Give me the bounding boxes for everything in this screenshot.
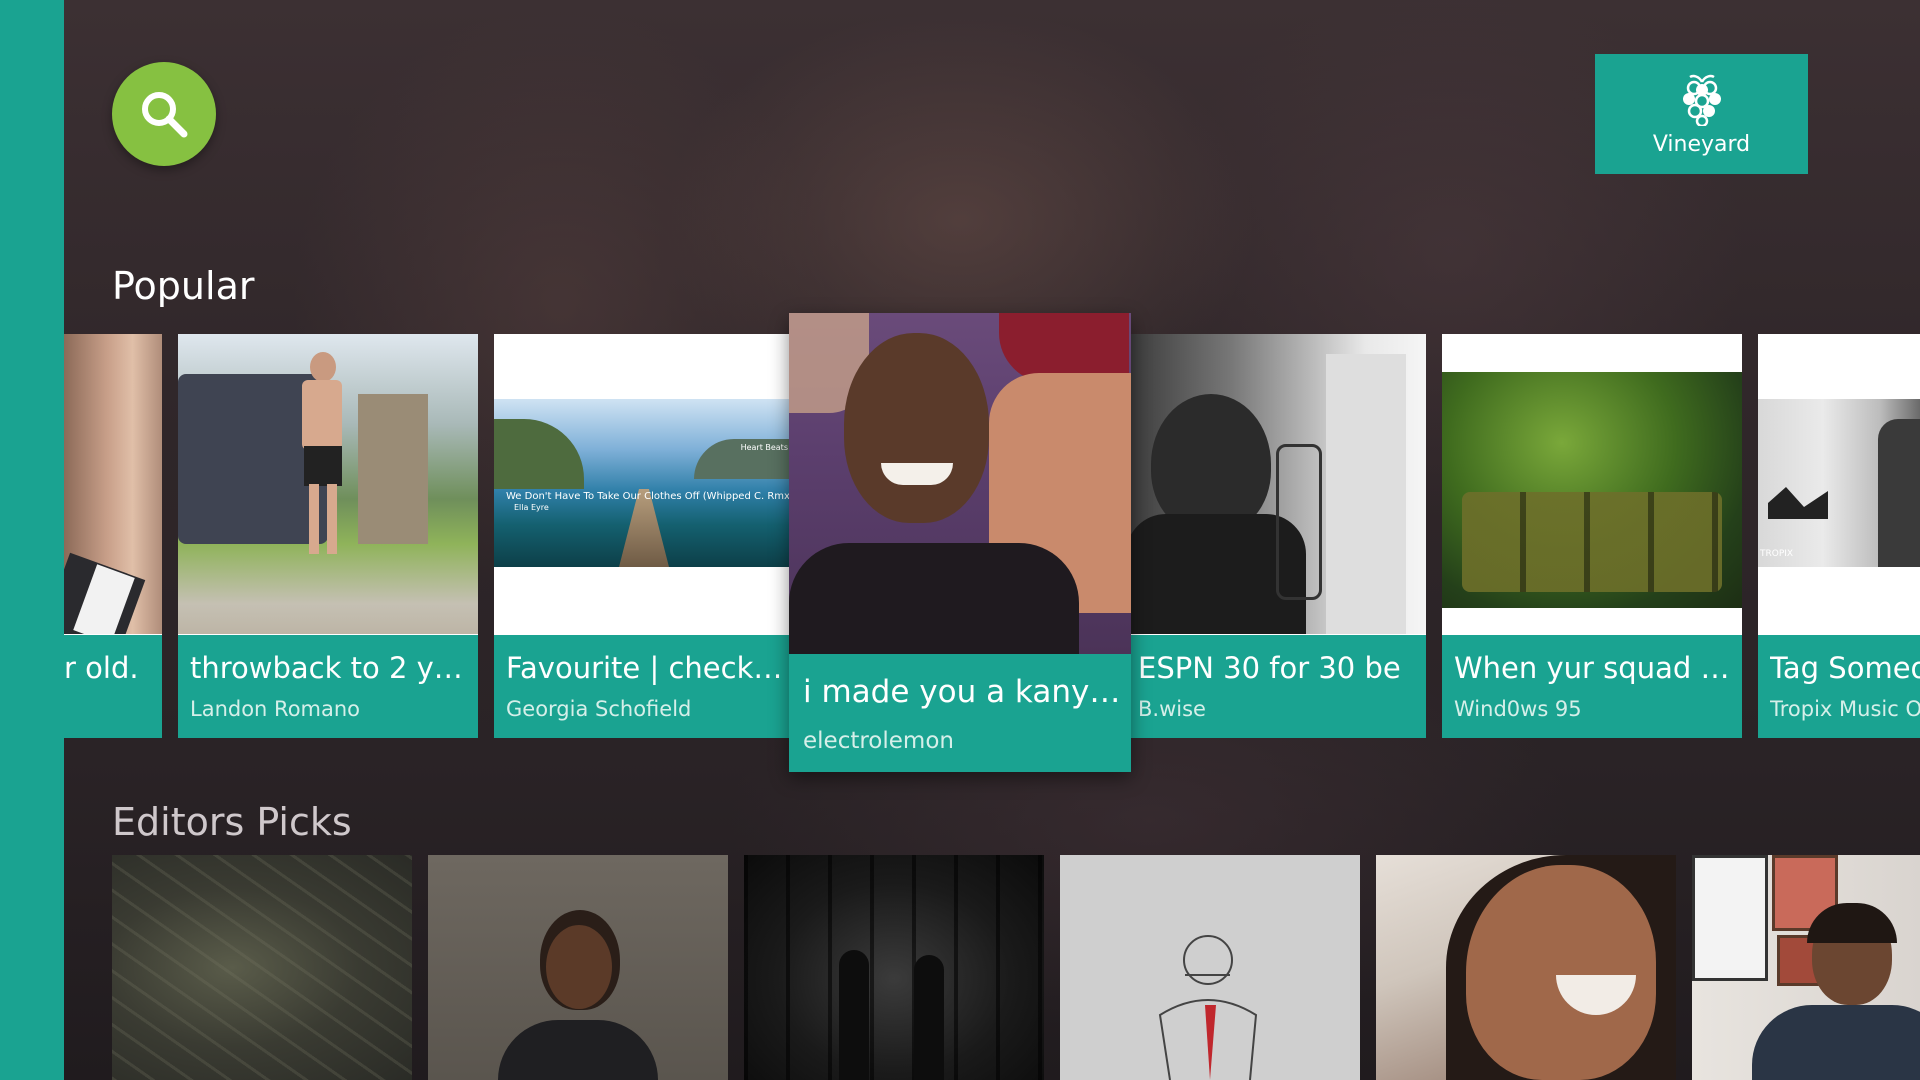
editors-pick-card[interactable] — [1060, 855, 1360, 1080]
video-author: Tropix Music Of — [1770, 697, 1920, 721]
brand-name: Vineyard — [1652, 131, 1751, 157]
video-card[interactable]: throwback to 2 year... Landon Romano — [178, 334, 478, 738]
video-info: throwback to 2 year... Landon Romano — [178, 635, 478, 738]
video-card[interactable]: We Don't Have To Take Our Clothes Off (W… — [494, 334, 794, 738]
video-title: throwback to 2 year... — [190, 651, 470, 685]
video-thumbnail — [1126, 334, 1426, 634]
video-thumbnail — [178, 334, 478, 634]
video-info: ESPN 30 for 30 be B.wise — [1126, 635, 1426, 738]
video-card[interactable]: TROPIX Tag Someon Tropix Music Of — [1758, 334, 1920, 738]
video-author: Landon Romano — [190, 697, 361, 721]
row-title-editors-picks: Editors Picks — [112, 800, 352, 844]
video-info: Tag Someon Tropix Music Of — [1758, 635, 1920, 738]
video-author: Georgia Schofield — [506, 697, 692, 721]
video-thumbnail — [64, 334, 162, 634]
editors-pick-card[interactable] — [428, 855, 728, 1080]
editors-pick-card[interactable] — [1692, 855, 1920, 1080]
video-info: When yur squad af... Wind0ws 95 — [1442, 635, 1742, 738]
editors-pick-card[interactable] — [1376, 855, 1676, 1080]
thumbnail-subcaption: Ella Eyre — [514, 503, 549, 512]
video-card-focused[interactable]: i made you a kanye... electrolemon — [789, 313, 1131, 772]
video-title: Tag Someon — [1770, 651, 1920, 685]
search-button[interactable] — [112, 62, 216, 166]
thumbnail-brand: TROPIX — [1760, 549, 1794, 559]
video-thumbnail — [1442, 334, 1742, 634]
video-title: Favourite | check ou... — [506, 651, 786, 685]
thumbnail-brand: Heart Beats — [740, 443, 788, 452]
video-card[interactable]: r old. — [64, 334, 162, 738]
search-icon — [142, 92, 188, 138]
editors-pick-card[interactable] — [744, 855, 1044, 1080]
thumbnail-caption: We Don't Have To Take Our Clothes Off (W… — [506, 491, 794, 502]
video-thumbnail: TROPIX — [1758, 334, 1920, 634]
video-thumbnail — [789, 313, 1131, 654]
video-author: electrolemon — [803, 728, 954, 754]
video-title: r old. — [64, 651, 139, 685]
editors-pick-card[interactable] — [112, 855, 412, 1080]
video-card[interactable]: ESPN 30 for 30 be B.wise — [1126, 334, 1426, 738]
video-title: When yur squad af... — [1454, 651, 1734, 685]
grape-logo-icon — [1682, 74, 1721, 126]
video-info: i made you a kanye... electrolemon — [789, 654, 1131, 772]
video-thumbnail: We Don't Have To Take Our Clothes Off (W… — [494, 334, 794, 634]
brand-badge: Vineyard — [1595, 54, 1808, 174]
video-card[interactable]: When yur squad af... Wind0ws 95 — [1442, 334, 1742, 738]
video-info: Favourite | check ou... Georgia Schofiel… — [494, 635, 794, 738]
video-title: i made you a kanye... — [803, 674, 1123, 710]
video-info: r old. — [64, 635, 162, 738]
video-author: Wind0ws 95 — [1454, 697, 1582, 721]
video-author: B.wise — [1138, 697, 1206, 721]
video-title: ESPN 30 for 30 be — [1138, 651, 1401, 685]
line-art-figure — [1158, 935, 1258, 1080]
side-navigation-strip[interactable] — [0, 0, 64, 1080]
row-title-popular: Popular — [112, 264, 255, 308]
